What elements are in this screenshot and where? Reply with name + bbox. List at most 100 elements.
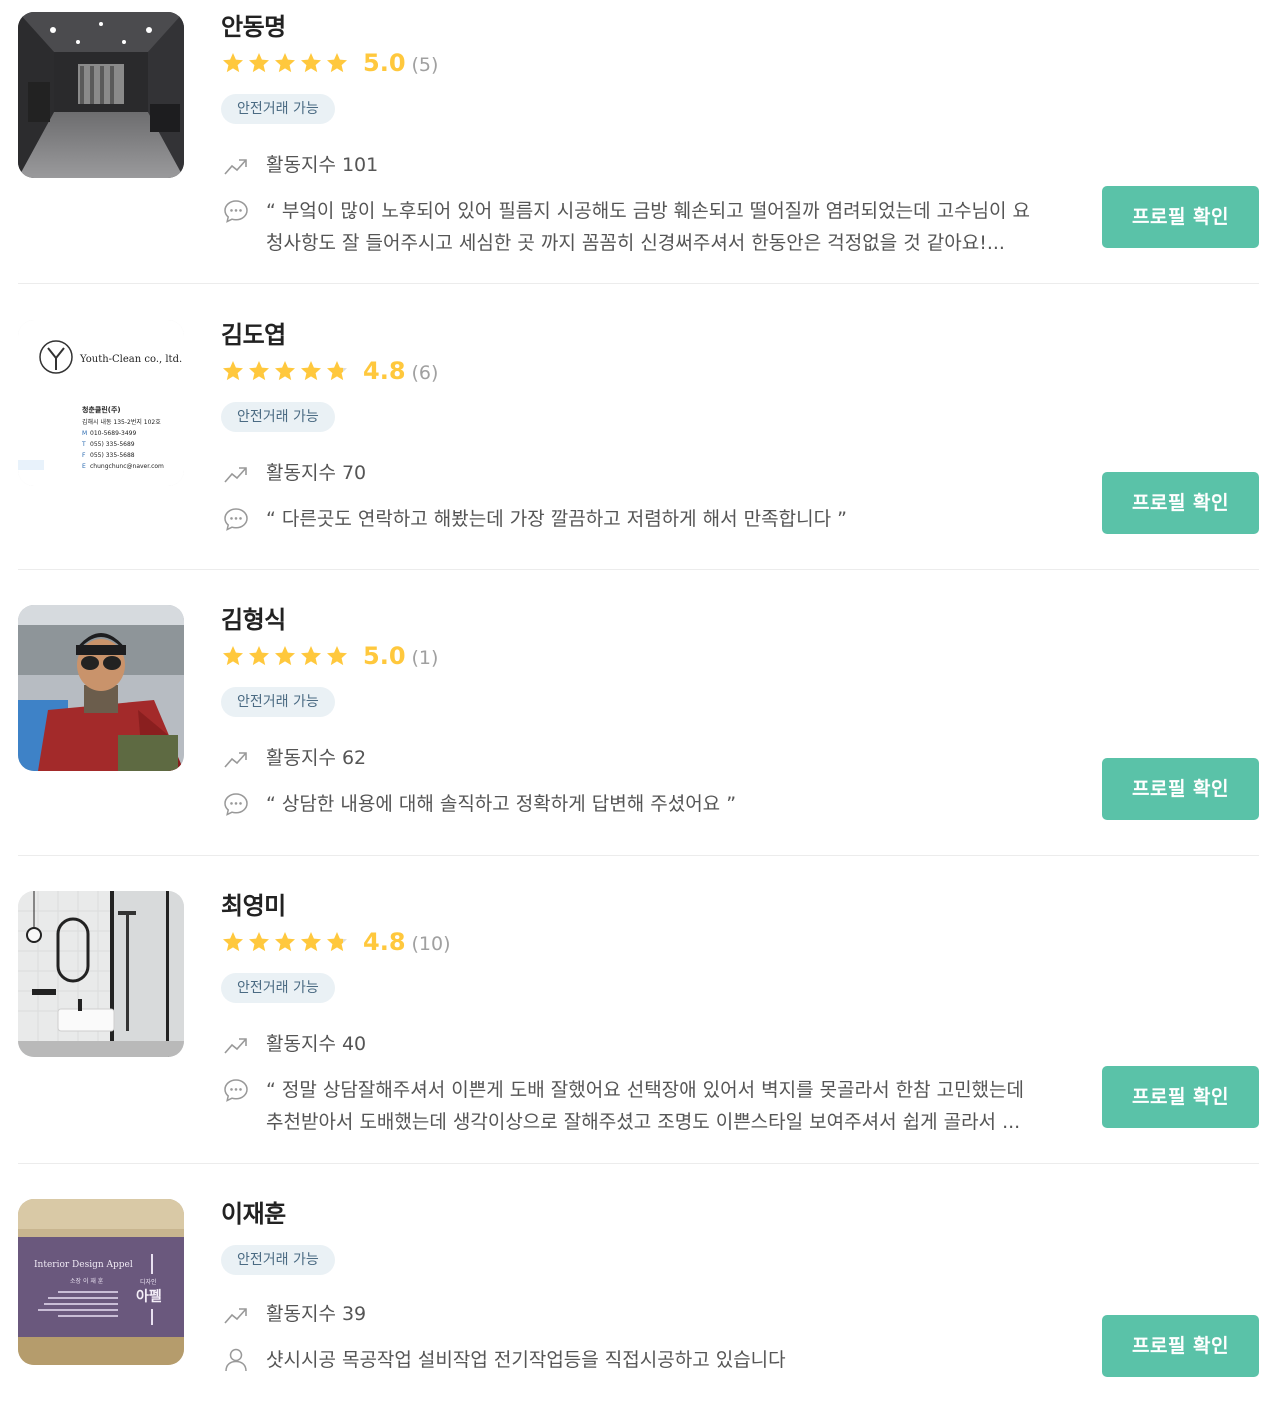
- trending-up-icon: [224, 752, 247, 768]
- star-rating: [221, 930, 349, 954]
- card-brand-small: 디자인: [140, 1278, 157, 1286]
- card-address: 김해시 내동 135-2번지 102호: [82, 418, 161, 426]
- star-icon: [275, 932, 295, 952]
- trending-up-icon: [224, 467, 247, 483]
- trending-up-icon: [224, 1038, 247, 1054]
- card-m-label: M: [82, 430, 87, 437]
- star-icon: [275, 53, 295, 73]
- star-icon: [327, 646, 347, 666]
- card-e-label: E: [82, 463, 86, 470]
- review-count: (1): [411, 646, 439, 669]
- intro-text: 샷시시공 목공작업 설비작업 전기작업등을 직접시공하고 있습니다: [266, 1349, 786, 1371]
- activity-index: 활동지수 70: [223, 460, 366, 486]
- star-rating: [221, 359, 349, 383]
- rating-score: 4.8: [363, 928, 406, 956]
- divider: [18, 569, 1259, 570]
- review-snippet: “ 상담한 내용에 대해 솔직하고 정확하게 답변해 주셨어요 ”: [223, 791, 1046, 820]
- review-snippet: “ 부엌이 많이 노후되어 있어 필름지 시공해도 금방 훼손되고 떨어질까 염…: [223, 198, 1046, 259]
- divider: [18, 1163, 1259, 1164]
- star-rating: [221, 644, 349, 668]
- expert-name[interactable]: 이재훈: [221, 1199, 286, 1229]
- card-brand: 아펠: [136, 1288, 162, 1305]
- star-icon: [223, 361, 243, 381]
- expert-card: Interior Design Appel 소장 이 재 훈 디자인 아펠 이재…: [18, 1199, 1259, 1389]
- star-icon: [301, 361, 321, 381]
- star-icon: [249, 361, 269, 381]
- star-icon: [275, 361, 295, 381]
- bathroom-photo: [18, 891, 184, 1057]
- chat-bubble-icon: [224, 793, 248, 816]
- card-korean-name: 청춘클린(주): [82, 405, 121, 414]
- star-icon: [275, 646, 295, 666]
- intro-snippet: 샷시시공 목공작업 설비작업 전기작업등을 직접시공하고 있습니다: [223, 1347, 1046, 1376]
- business-card: Youth-Clean co., ltd. 청춘클린(주) 김해시 내동 135…: [18, 320, 184, 486]
- star-icon: [249, 646, 269, 666]
- expert-thumbnail[interactable]: [18, 605, 184, 771]
- safe-trade-badge: 안전거래 가능: [221, 94, 335, 124]
- star-rating: [221, 51, 349, 75]
- business-card-purple: Interior Design Appel 소장 이 재 훈 디자인 아펠: [18, 1199, 184, 1365]
- chat-bubble-icon: [224, 508, 248, 531]
- star-icon: [327, 932, 347, 952]
- card-t-label: T: [81, 441, 86, 448]
- rating: 5.0 (1): [221, 641, 438, 671]
- profile-button[interactable]: 프로필 확인: [1102, 186, 1259, 248]
- trending-up-icon: [224, 1308, 247, 1324]
- activity-label: 활동지수 39: [266, 1303, 367, 1325]
- activity-index: 활동지수 62: [223, 745, 366, 771]
- review-count: (10): [411, 932, 451, 955]
- expert-name[interactable]: 김도엽: [221, 320, 286, 350]
- activity-index: 활동지수 39: [223, 1301, 366, 1327]
- review-count: (5): [411, 53, 439, 76]
- chat-bubble-icon: [224, 200, 248, 223]
- expert-thumbnail[interactable]: Interior Design Appel 소장 이 재 훈 디자인 아펠: [18, 1199, 184, 1365]
- profile-button[interactable]: 프로필 확인: [1102, 758, 1259, 820]
- star-icon: [327, 361, 347, 381]
- card-role: 소장 이 재 훈: [70, 1277, 104, 1285]
- safe-trade-badge: 안전거래 가능: [221, 1245, 335, 1275]
- review-snippet: “ 정말 상담잘해주셔서 이쁜게 도배 잘했어요 선택장애 있어서 벽지를 못골…: [223, 1077, 1046, 1138]
- review-snippet: “ 다른곳도 연락하고 해봤는데 가장 깔끔하고 저렴하게 해서 만족합니다 ”: [223, 506, 1046, 535]
- star-icon: [301, 53, 321, 73]
- review-text: “ 상담한 내용에 대해 솔직하고 정확하게 답변해 주셨어요 ”: [266, 793, 737, 815]
- expert-name[interactable]: 안동명: [221, 12, 286, 42]
- card-tel: 055) 335-5689: [90, 441, 135, 448]
- expert-name[interactable]: 김형식: [221, 605, 286, 635]
- activity-label: 활동지수 62: [266, 747, 367, 769]
- expert-name[interactable]: 최영미: [221, 891, 286, 921]
- star-icon: [249, 932, 269, 952]
- card-email: chungchunc@naver.com: [90, 463, 164, 470]
- rating-score: 5.0: [363, 49, 406, 77]
- trending-up-icon: [224, 159, 247, 175]
- expert-card: 최영미 4.8 (10) 안전거래 가능 활동지수 40 “ 정말 상담잘해주셔…: [18, 891, 1259, 1164]
- expert-thumbnail[interactable]: [18, 891, 184, 1057]
- rating: 5.0 (5): [221, 48, 438, 78]
- card-title: Interior Design Appel: [34, 1260, 133, 1270]
- safe-trade-badge: 안전거래 가능: [221, 402, 335, 432]
- expert-card: Youth-Clean co., ltd. 청춘클린(주) 김해시 내동 135…: [18, 320, 1259, 570]
- star-icon: [301, 646, 321, 666]
- activity-label: 활동지수 101: [266, 154, 379, 176]
- expert-card: 안동명 5.0 (5) 안전거래 가능 활동지수 101 “ 부엌이 많이 노후…: [18, 12, 1259, 284]
- rating: 4.8 (10): [221, 927, 451, 957]
- profile-button[interactable]: 프로필 확인: [1102, 472, 1259, 534]
- star-icon: [301, 932, 321, 952]
- safe-trade-badge: 안전거래 가능: [221, 687, 335, 717]
- review-count: (6): [411, 361, 439, 384]
- card-mobile: 010-5689-3499: [90, 430, 137, 437]
- profile-button[interactable]: 프로필 확인: [1102, 1066, 1259, 1128]
- person-on-boat-photo: [18, 605, 184, 771]
- divider: [18, 283, 1259, 284]
- safe-trade-badge: 안전거래 가능: [221, 973, 335, 1003]
- expert-thumbnail[interactable]: [18, 12, 184, 178]
- activity-index: 활동지수 101: [223, 152, 378, 178]
- person-icon: [225, 1348, 247, 1372]
- card-f-label: F: [82, 452, 86, 459]
- rating: 4.8 (6): [221, 356, 438, 386]
- profile-button[interactable]: 프로필 확인: [1102, 1315, 1259, 1377]
- expert-thumbnail[interactable]: Youth-Clean co., ltd. 청춘클린(주) 김해시 내동 135…: [18, 320, 184, 486]
- rating-score: 5.0: [363, 642, 406, 670]
- star-icon: [223, 53, 243, 73]
- rating-score: 4.8: [363, 357, 406, 385]
- expert-card: 김형식 5.0 (1) 안전거래 가능 활동지수 62 “ 상담한 내용에 대해…: [18, 605, 1259, 856]
